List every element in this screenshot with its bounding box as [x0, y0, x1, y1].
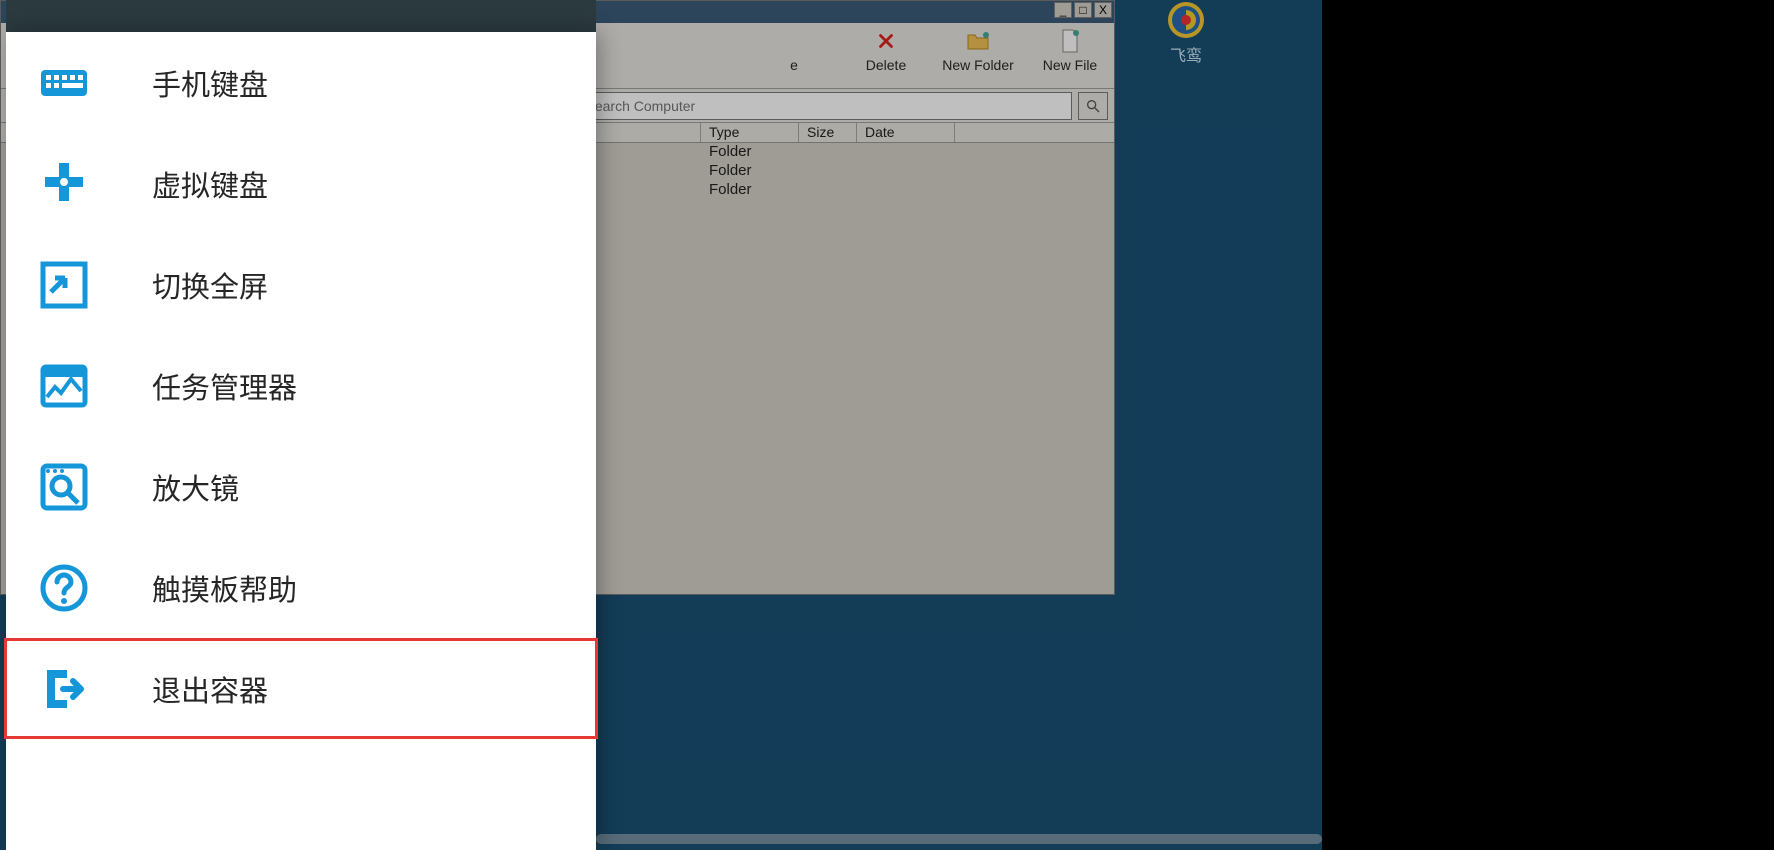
close-button[interactable]: X — [1094, 2, 1112, 18]
menu-item-label: 切换全屏 — [152, 264, 268, 306]
col-type[interactable]: Type — [701, 123, 799, 142]
delete-icon — [850, 29, 922, 53]
new-file-button[interactable]: New File — [1034, 29, 1106, 73]
side-menu: 手机键盘 虚拟键盘 切换全屏 任务管理器 放大镜 触摸板帮助 退 — [6, 32, 596, 850]
col-date[interactable]: Date — [857, 123, 955, 142]
menu-item-phone-keyboard[interactable]: 手机键盘 — [6, 32, 596, 133]
feige-icon — [1166, 0, 1206, 40]
menu-item-task-manager[interactable]: 任务管理器 — [6, 335, 596, 436]
help-icon — [34, 558, 94, 618]
search-icon — [1085, 98, 1101, 114]
dpad-icon — [34, 154, 94, 214]
desktop-shortcut-feige[interactable]: 飞鸾 — [1150, 0, 1222, 66]
desktop-shortcut-label: 飞鸾 — [1150, 42, 1222, 66]
keyboard-icon — [34, 53, 94, 113]
overlay-titlebar — [6, 0, 596, 32]
fullscreen-icon — [34, 255, 94, 315]
menu-item-label: 虚拟键盘 — [152, 163, 268, 205]
minimize-button[interactable]: _ — [1054, 2, 1072, 18]
new-file-icon — [1034, 29, 1106, 53]
col-size[interactable]: Size — [799, 123, 857, 142]
toolbar-partial-button[interactable]: e — [758, 29, 830, 73]
task-manager-icon — [34, 356, 94, 416]
delete-button[interactable]: Delete — [850, 29, 922, 73]
menu-item-trackpad-help[interactable]: 触摸板帮助 — [6, 537, 596, 638]
menu-item-label: 任务管理器 — [152, 365, 297, 407]
maximize-button[interactable]: □ — [1074, 2, 1092, 18]
menu-item-label: 触摸板帮助 — [152, 567, 297, 609]
new-folder-icon — [942, 29, 1014, 53]
menu-item-virtual-keyboard[interactable]: 虚拟键盘 — [6, 133, 596, 234]
magnifier-icon — [34, 457, 94, 517]
menu-item-magnifier[interactable]: 放大镜 — [6, 436, 596, 537]
menu-item-label: 手机键盘 — [152, 62, 268, 104]
menu-item-fullscreen[interactable]: 切换全屏 — [6, 234, 596, 335]
menu-item-label: 放大镜 — [152, 466, 239, 508]
menu-item-label: 退出容器 — [152, 668, 268, 710]
exit-icon — [34, 659, 94, 719]
menu-item-exit-container[interactable]: 退出容器 — [4, 638, 598, 739]
search-input[interactable] — [579, 92, 1073, 120]
new-folder-button[interactable]: New Folder — [942, 29, 1014, 73]
search-button[interactable] — [1078, 92, 1108, 120]
horizontal-scrollbar[interactable] — [596, 834, 1322, 844]
